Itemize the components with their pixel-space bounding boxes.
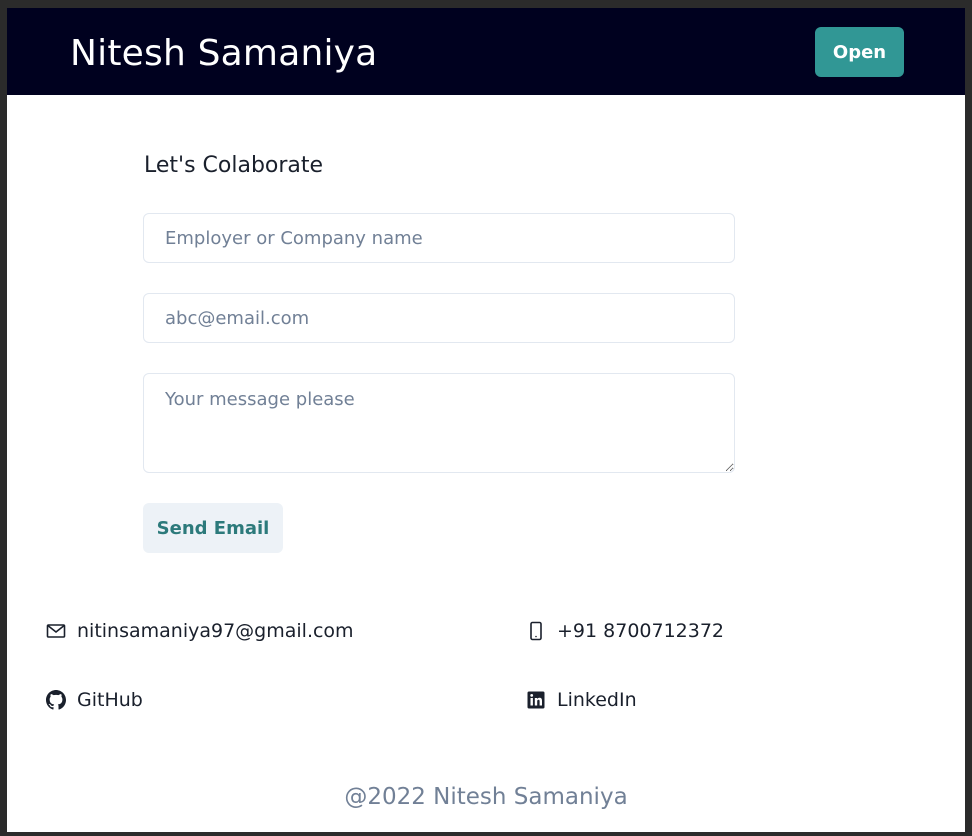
form-title: Let's Colaborate [144, 153, 324, 178]
open-button[interactable]: Open [815, 27, 904, 77]
message-textarea[interactable] [143, 373, 735, 473]
contact-github-label: GitHub [77, 689, 143, 711]
linkedin-icon [526, 690, 546, 710]
footer-copyright: @2022 Nitesh Samaniya [344, 784, 628, 810]
send-email-button[interactable]: Send Email [143, 503, 283, 553]
contact-linkedin-label: LinkedIn [557, 689, 637, 711]
contact-email-label: nitinsamaniya97@gmail.com [77, 620, 354, 642]
top-navbar: Nitesh Samaniya Open [7, 8, 965, 95]
page: Nitesh Samaniya Open Let's Colaborate Se… [7, 8, 965, 832]
contact-phone[interactable]: +91 8700712372 [526, 620, 724, 642]
contact-linkedin[interactable]: LinkedIn [526, 689, 637, 711]
email-input[interactable] [143, 293, 735, 343]
contact-phone-label: +91 8700712372 [557, 620, 725, 642]
phone-icon [526, 621, 546, 641]
contact-email[interactable]: nitinsamaniya97@gmail.com [46, 620, 354, 642]
company-name-input[interactable] [143, 213, 735, 263]
mail-icon [46, 621, 66, 641]
github-icon [46, 690, 66, 710]
brand-title: Nitesh Samaniya [70, 33, 378, 74]
contact-github[interactable]: GitHub [46, 689, 143, 711]
